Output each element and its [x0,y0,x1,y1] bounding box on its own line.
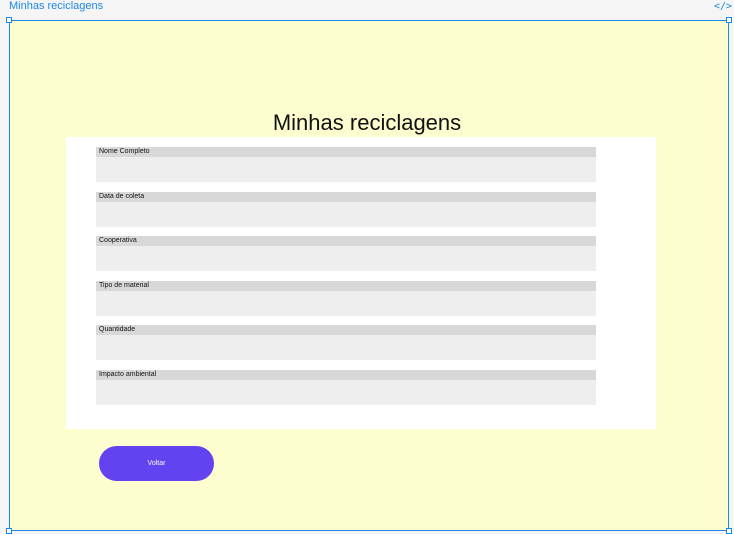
field-tipo-de-material: Tipo de material [96,281,596,316]
resize-handle-bottom-right[interactable] [726,528,732,534]
code-icon[interactable]: </> [714,1,732,13]
page-title: Minhas reciclagens [272,110,462,135]
field-cooperativa: Cooperativa [96,236,596,271]
nome-completo-input[interactable] [96,157,596,182]
resize-handle-bottom-left[interactable] [6,528,12,534]
resize-handle-top-right[interactable] [726,17,732,23]
frame-label[interactable]: Minhas reciclagens [9,0,103,14]
field-quantidade: Quantidade [96,325,596,360]
quantidade-input[interactable] [96,335,596,360]
field-label: Nome Completo [96,147,596,157]
resize-handle-top-left[interactable] [6,17,12,23]
field-label: Cooperativa [96,236,596,246]
tipo-de-material-input[interactable] [96,291,596,316]
back-button[interactable]: Voltar [99,446,214,481]
field-label: Data de coleta [96,192,596,202]
field-impacto-ambiental: Impacto ambiental [96,370,596,405]
field-label: Tipo de material [96,281,596,291]
impacto-ambiental-input[interactable] [96,380,596,405]
form-card: Nome Completo Data de coleta Cooperativa… [66,137,656,429]
field-nome-completo: Nome Completo [96,147,596,182]
field-data-de-coleta: Data de coleta [96,192,596,227]
data-de-coleta-input[interactable] [96,202,596,227]
field-label: Quantidade [96,325,596,335]
field-label: Impacto ambiental [96,370,596,380]
cooperativa-input[interactable] [96,246,596,271]
